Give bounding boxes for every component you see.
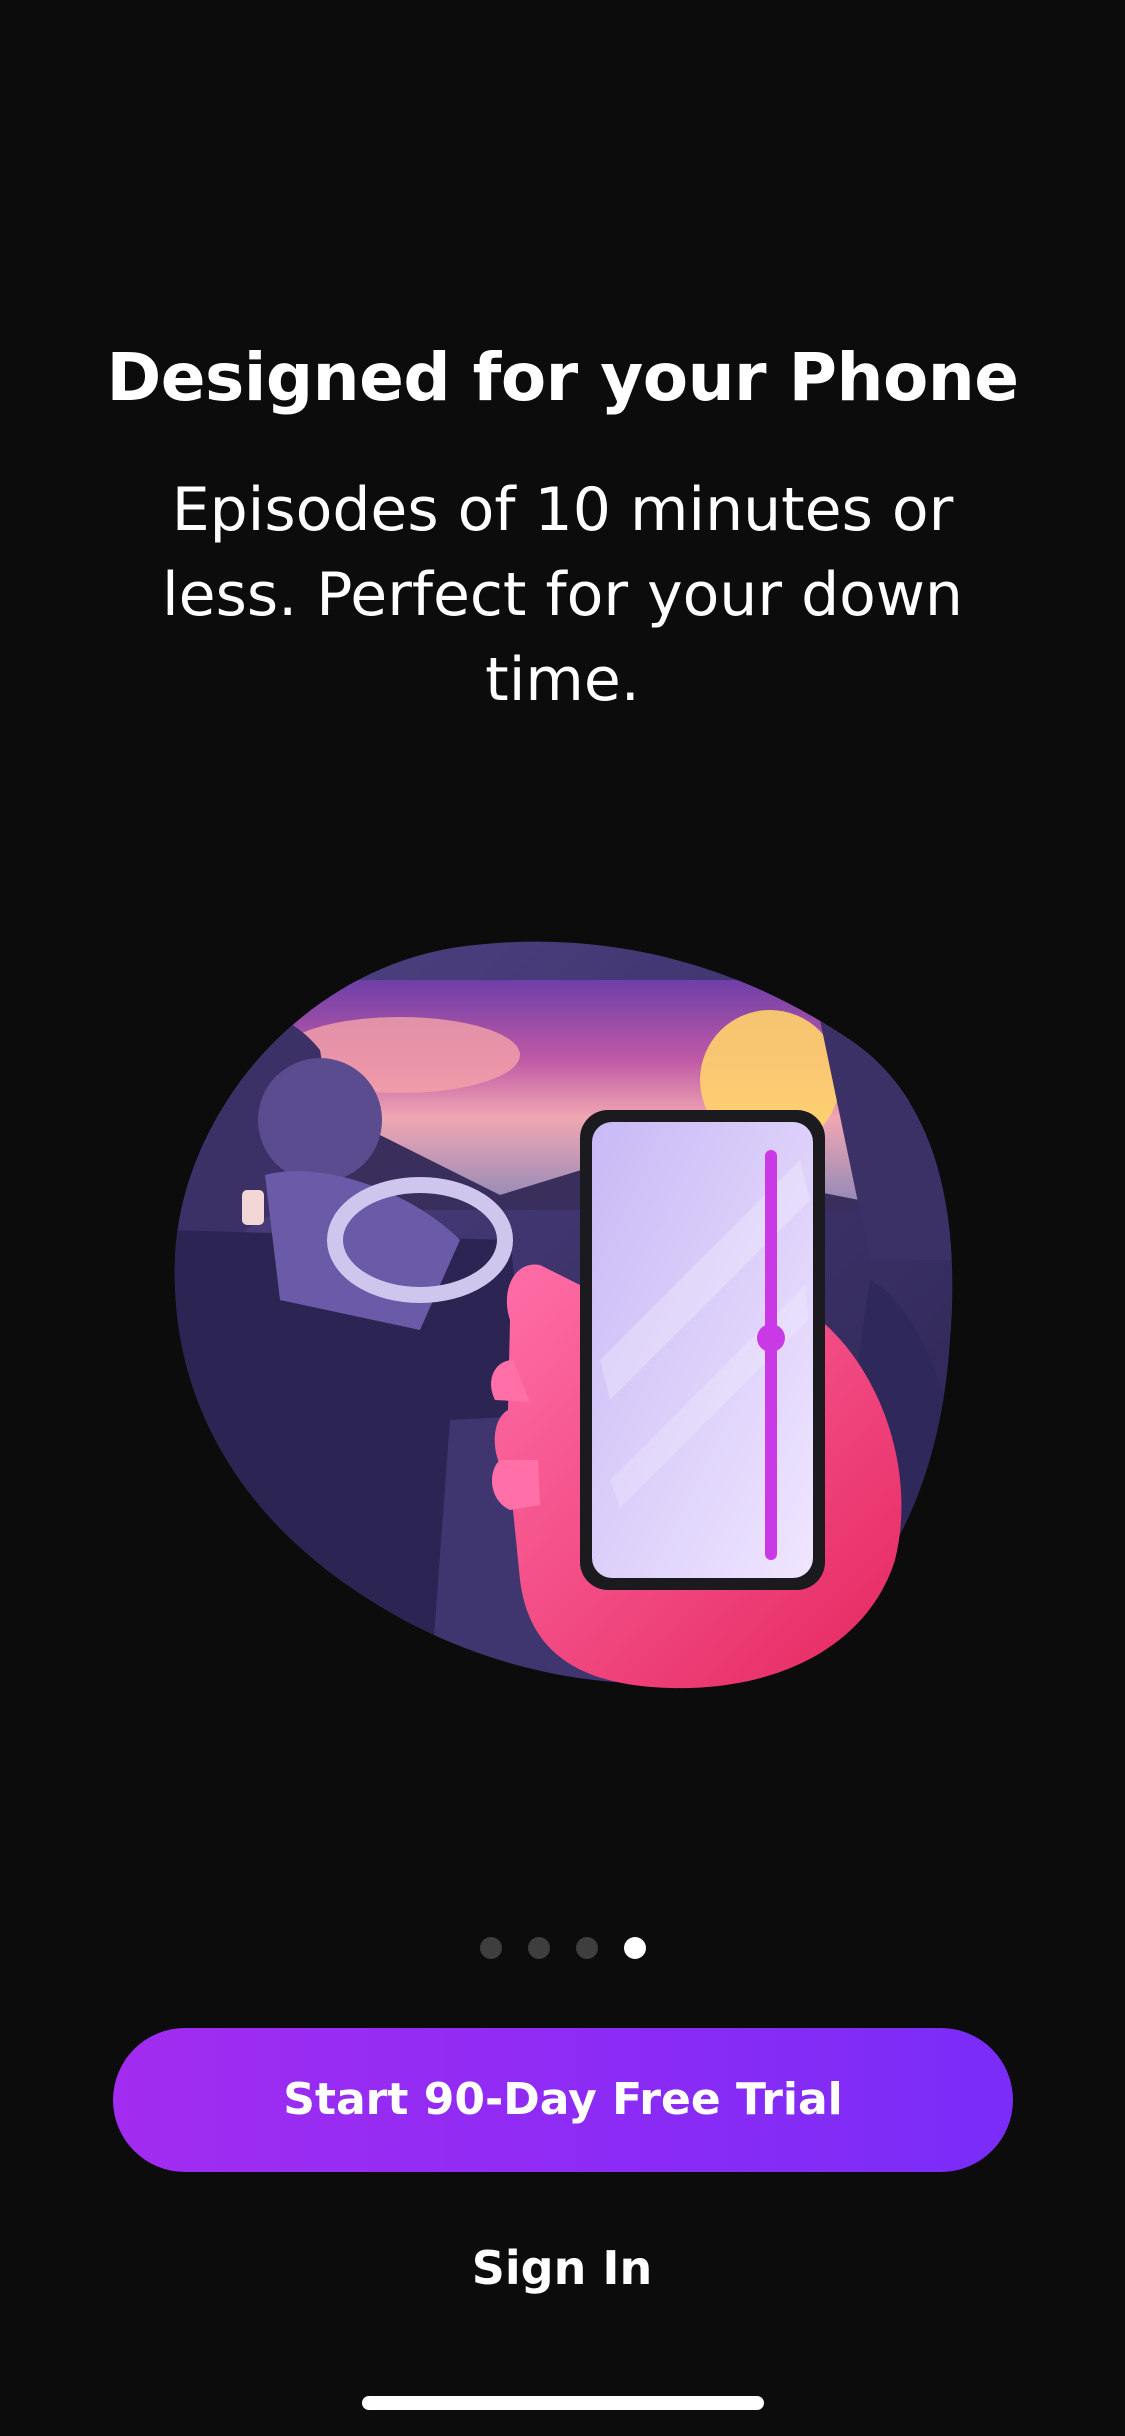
hand-holding-phone-illustration <box>174 941 953 1689</box>
page-indicator <box>0 1937 1125 1959</box>
sign-in-link[interactable]: Sign In <box>412 2230 712 2306</box>
page-dot[interactable] <box>479 1937 502 1959</box>
home-indicator[interactable] <box>362 2396 764 2410</box>
onboarding-title: Designed for your Phone <box>106 339 1019 416</box>
onboarding-subtitle: Episodes of 10 minutes or less. Perfect … <box>162 475 963 715</box>
page-dot[interactable] <box>527 1937 550 1959</box>
page-dot-active[interactable] <box>623 1937 646 1959</box>
page-dot[interactable] <box>575 1937 598 1959</box>
start-free-trial-button[interactable]: Start 90-Day Free Trial <box>113 2028 1013 2172</box>
